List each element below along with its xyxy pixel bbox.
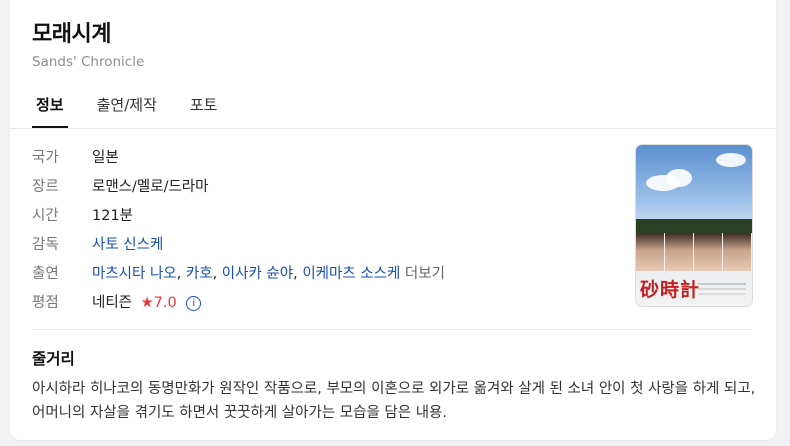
info-row-country: 국가 일본	[32, 142, 445, 171]
synopsis-text: 아시하라 히나코의 동명만화가 원작인 작품으로, 부모의 이혼으로 외가로 옮…	[32, 381, 756, 421]
cast-link-4[interactable]: 이케마츠 소스케	[302, 266, 400, 282]
genre-label: 장르	[32, 179, 59, 195]
cast-link-2[interactable]: 카호	[186, 266, 213, 282]
director-link[interactable]: 사토 신스케	[92, 233, 163, 254]
info-row-rating: 평점 네티즌 ★7.0 i	[32, 287, 445, 316]
poster-cast-strip	[636, 233, 752, 271]
star-icon: ★	[140, 295, 154, 311]
movie-original-title: Sands' Chronicle	[32, 54, 145, 70]
runtime-value: 121분	[92, 208, 134, 224]
rating-source: 네티즌	[92, 295, 133, 311]
movie-title: 모래시계	[32, 22, 111, 47]
info-icon[interactable]: i	[186, 295, 202, 311]
director-label: 감독	[32, 237, 59, 253]
cast-link-3[interactable]: 이사카 슌야	[222, 266, 293, 282]
poster-face	[694, 233, 723, 271]
country-value: 일본	[92, 150, 119, 166]
movie-poster[interactable]: 砂時計	[636, 145, 752, 306]
cast-label: 출연	[32, 266, 59, 282]
poster-title: 砂時計	[640, 279, 701, 301]
poster-fine-print	[698, 283, 746, 285]
tabs-divider	[10, 128, 776, 129]
rating-score: 7.0	[153, 295, 177, 311]
info-list: 국가 일본 장르 로맨스/멜로/드라마 시간 121분 감독 사토 신스케 출연…	[32, 142, 445, 316]
poster-face	[723, 233, 752, 271]
cast-link-1[interactable]: 마츠시타 나오	[92, 266, 177, 282]
tab-bar: 정보 출연/제작 포토	[32, 94, 246, 128]
poster-face	[665, 233, 694, 271]
rating-label: 평점	[32, 295, 59, 311]
poster-face	[636, 233, 665, 271]
poster-ground	[636, 219, 752, 233]
info-row-director: 감독 사토 신스케	[32, 229, 445, 258]
tab-cast-crew[interactable]: 출연/제작	[93, 94, 161, 128]
runtime-label: 시간	[32, 208, 59, 224]
poster-cloud	[716, 153, 746, 167]
synopsis-heading: 줄거리	[32, 350, 75, 368]
info-row-genre: 장르 로맨스/멜로/드라마	[32, 171, 445, 200]
poster-cloud	[666, 169, 692, 187]
section-divider	[32, 329, 752, 330]
cast-more-link[interactable]: 더보기	[405, 266, 445, 282]
info-row-runtime: 시간 121분	[32, 200, 445, 229]
info-row-cast: 출연 마츠시타 나오, 카호, 이사카 슌야, 이케마츠 소스케 더보기	[32, 258, 445, 287]
genre-value: 로맨스/멜로/드라마	[92, 179, 209, 195]
movie-info-card: 모래시계 Sands' Chronicle 정보 출연/제작 포토 국가 일본 …	[10, 0, 776, 440]
tab-info[interactable]: 정보	[32, 94, 68, 128]
country-label: 국가	[32, 150, 59, 166]
tab-photos[interactable]: 포토	[186, 94, 222, 128]
